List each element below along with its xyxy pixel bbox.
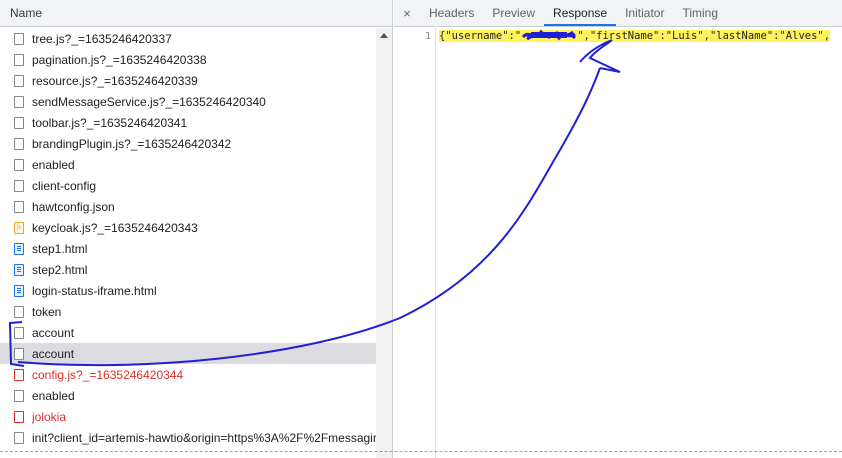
tab-timing[interactable]: Timing (673, 0, 727, 26)
response-text-before: {"username":" (439, 30, 522, 42)
request-name: account (32, 346, 75, 361)
request-row[interactable]: account (0, 343, 376, 364)
file-icon (14, 326, 24, 339)
request-detail-pane: × Headers Preview Response Initiator Timing … (394, 0, 842, 458)
file-icon (14, 200, 24, 213)
file-icon (14, 410, 24, 423)
request-name: login-status-iframe.html (32, 283, 157, 298)
file-icon (14, 137, 24, 150)
file-icon (14, 389, 24, 402)
request-row[interactable]: step1.html (0, 238, 376, 259)
file-icon (14, 95, 24, 108)
request-row[interactable]: pagination.js?_=1635246420338 (0, 49, 376, 70)
request-list-pane: Name tree.js?_=1635246420337 pagination.j… (0, 0, 393, 458)
redaction-scribble-icon (522, 29, 577, 41)
request-row[interactable]: login-status-iframe.html (0, 280, 376, 301)
drawer-splitter[interactable] (0, 451, 842, 452)
file-icon (14, 158, 24, 171)
request-row[interactable]: client-config (0, 175, 376, 196)
request-row[interactable]: resource.js?_=1635246420339 (0, 70, 376, 91)
request-name: pagination.js?_=1635246420338 (32, 52, 207, 67)
request-row[interactable]: sendMessageService.js?_=1635246420340 (0, 91, 376, 112)
detail-tab-bar: × Headers Preview Response Initiator Timing (394, 0, 842, 27)
request-name: sendMessageService.js?_=1635246420340 (32, 94, 266, 109)
request-row[interactable]: token (0, 301, 376, 322)
request-name: tree.js?_=1635246420337 (32, 31, 172, 46)
tab-preview[interactable]: Preview (483, 0, 544, 26)
request-name: resource.js?_=1635246420339 (32, 73, 198, 88)
line-number: 1 (424, 31, 431, 42)
request-row[interactable]: tree.js?_=1635246420337 (0, 28, 376, 49)
request-row[interactable]: toolbar.js?_=1635246420341 (0, 112, 376, 133)
name-column-header[interactable]: Name (0, 0, 392, 27)
request-name: jolokia (32, 409, 67, 424)
tab-response[interactable]: Response (544, 0, 617, 26)
scroll-up-arrow-icon[interactable] (380, 33, 388, 38)
file-icon (14, 74, 24, 87)
request-list-scrollbar[interactable] (376, 28, 392, 458)
file-icon (14, 431, 24, 444)
request-name: enabled (32, 388, 75, 403)
document-icon (14, 284, 24, 297)
request-row[interactable]: init?client_id=artemis-hawtio&origin=htt… (0, 427, 376, 448)
request-row[interactable]: hawtconfig.json (0, 196, 376, 217)
request-row[interactable]: step2.html (0, 259, 376, 280)
file-icon (14, 368, 24, 381)
request-name: brandingPlugin.js?_=1635246420342 (32, 136, 232, 151)
request-row[interactable]: brandingPlugin.js?_=1635246420342 (0, 133, 376, 154)
request-name: enabled (32, 157, 75, 172)
file-icon (14, 347, 24, 360)
request-name: step2.html (32, 262, 88, 277)
request-row[interactable]: config.js?_=1635246420344 (0, 364, 376, 385)
response-highlight: {"username":" ","firstName":"Luis","lastN… (439, 29, 831, 42)
tab-headers[interactable]: Headers (420, 0, 483, 26)
request-row[interactable]: enabled (0, 385, 376, 406)
request-name: step1.html (32, 241, 88, 256)
document-icon (14, 242, 24, 255)
file-icon (14, 32, 24, 45)
close-icon[interactable]: × (394, 0, 420, 26)
request-name: hawtconfig.json (32, 199, 115, 214)
request-name: token (32, 304, 62, 319)
file-icon (14, 305, 24, 318)
request-row[interactable]: enabled (0, 154, 376, 175)
file-icon (14, 116, 24, 129)
file-icon (14, 53, 24, 66)
request-name: init?client_id=artemis-hawtio&origin=htt… (32, 430, 376, 445)
request-name: config.js?_=1635246420344 (32, 367, 184, 382)
response-line[interactable]: {"username":" ","firstName":"Luis","lastN… (439, 29, 842, 44)
request-name: client-config (32, 178, 97, 193)
request-row[interactable]: keycloak.js?_=1635246420343 (0, 217, 376, 238)
request-name: keycloak.js?_=1635246420343 (32, 220, 198, 235)
tab-initiator[interactable]: Initiator (616, 0, 673, 26)
request-list: tree.js?_=1635246420337 pagination.js?_=1… (0, 28, 376, 448)
file-icon (14, 179, 24, 192)
line-number-gutter: 1 (394, 28, 436, 458)
request-row[interactable]: jolokia (0, 406, 376, 427)
request-name: account (32, 325, 75, 340)
document-icon (14, 263, 24, 276)
request-name: toolbar.js?_=1635246420341 (32, 115, 188, 130)
request-row[interactable]: account (0, 322, 376, 343)
response-viewer[interactable]: 1 {"username":" ","firstName":"Luis","las… (394, 28, 842, 458)
script-icon (14, 221, 24, 234)
response-text-after: ","firstName":"Luis","lastName":"Alves", (577, 30, 831, 42)
